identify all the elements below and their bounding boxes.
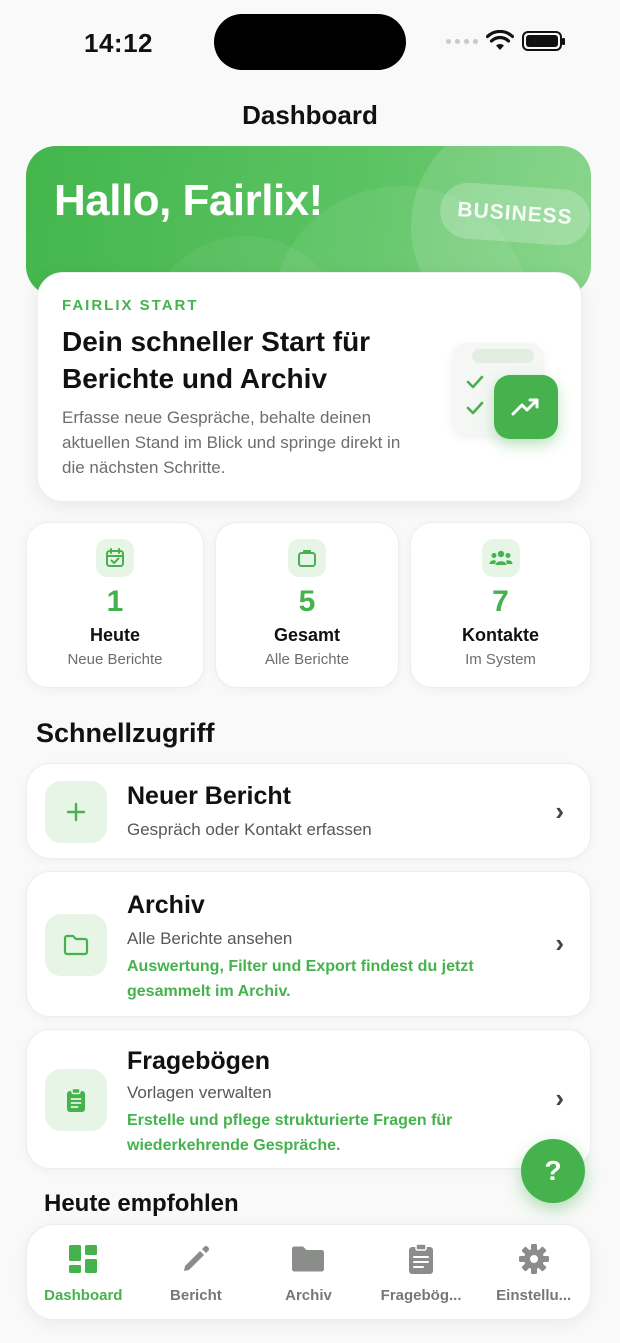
stats-row: 1 Heute Neue Berichte 5 Gesamt Alle Beri… <box>26 522 591 688</box>
dashboard-icon <box>65 1241 101 1277</box>
action-hint: Auswertung, Filter und Export findest du… <box>127 958 474 1000</box>
tab-label: Fragebög... <box>380 1287 462 1304</box>
hero-greeting: Hallo, Fairlix! <box>54 176 323 225</box>
clipboard-icon <box>45 1069 107 1131</box>
stat-subtitle: Neue Berichte <box>67 651 163 668</box>
action-subtitle: Gespräch oder Kontakt erfassen <box>127 820 372 839</box>
action-subtitle: Vorlagen verwalten <box>127 1083 272 1102</box>
start-description: Erfasse neue Gespräche, behalte deinen a… <box>62 408 401 477</box>
plan-badge: BUSINESS <box>438 180 591 248</box>
stat-card-total[interactable]: 5 Gesamt Alle Berichte <box>215 522 399 688</box>
tab-label: Einstellu... <box>496 1287 572 1304</box>
tab-bar: Dashboard Bericht Archiv Fragebög... Ein… <box>26 1224 591 1320</box>
stat-label: Heute <box>89 625 140 645</box>
folder-icon <box>45 914 107 976</box>
dynamic-island <box>214 14 406 70</box>
stat-card-today[interactable]: 1 Heute Neue Berichte <box>26 522 204 688</box>
tab-label: Dashboard <box>44 1287 123 1304</box>
start-eyebrow: FAIRLIX START <box>62 297 199 314</box>
tab-label: Bericht <box>170 1287 222 1304</box>
tab-settings[interactable]: Einstellu... <box>477 1225 590 1319</box>
wifi-icon <box>486 30 514 50</box>
action-subtitle: Alle Berichte ansehen <box>127 929 293 948</box>
action-title: Archiv <box>127 891 205 919</box>
people-icon <box>481 539 520 577</box>
tab-report[interactable]: Bericht <box>140 1225 253 1319</box>
chevron-right-icon: › <box>555 796 564 826</box>
chevron-right-icon: › <box>555 928 564 958</box>
action-title: Fragebögen <box>127 1047 271 1075</box>
stat-value: 5 <box>298 585 316 618</box>
action-hint: Erstelle und pflege strukturierte Fragen… <box>127 1112 453 1154</box>
new-report-card[interactable]: Neuer Bericht Gespräch oder Kontakt erfa… <box>26 763 591 859</box>
questionnaires-card[interactable]: Fragebögen Vorlagen verwalten Erstelle u… <box>26 1029 591 1169</box>
section-title-quick-access: Schnellzugriff <box>36 718 215 748</box>
tab-label: Archiv <box>285 1287 332 1304</box>
status-time: 14:12 <box>84 28 153 58</box>
gear-icon <box>516 1241 552 1277</box>
stat-value: 7 <box>492 585 509 618</box>
trending-up-icon <box>494 375 558 439</box>
chevron-right-icon: › <box>555 1083 564 1113</box>
action-title: Neuer Bericht <box>127 782 291 810</box>
start-card: FAIRLIX START Dein schneller Start für B… <box>37 272 582 502</box>
briefcase-icon <box>288 539 326 577</box>
plus-icon <box>45 781 107 843</box>
tab-dashboard[interactable]: Dashboard <box>27 1225 140 1319</box>
status-bar: 14:12 <box>0 0 620 90</box>
help-button[interactable]: ? <box>521 1139 585 1203</box>
clipboard-icon <box>403 1241 439 1277</box>
stat-value: 1 <box>106 585 124 618</box>
stat-subtitle: Im System <box>465 651 536 668</box>
section-title-recommended: Heute empfohlen <box>44 1190 239 1217</box>
stat-card-contacts[interactable]: 7 Kontakte Im System <box>410 522 591 688</box>
stat-label: Gesamt <box>273 625 341 645</box>
stat-label: Kontakte <box>461 625 539 645</box>
trend-illustration <box>450 335 560 445</box>
signal-icon <box>446 38 478 44</box>
status-icons <box>446 30 565 52</box>
start-title: Dein schneller Start für Berichte und Ar… <box>62 326 371 394</box>
archive-card[interactable]: Archiv Alle Berichte ansehen Auswertung,… <box>26 871 591 1017</box>
calendar-check-icon <box>96 539 134 577</box>
page-title: Dashboard <box>242 100 378 130</box>
tab-questionnaires[interactable]: Fragebög... <box>365 1225 478 1319</box>
pencil-icon <box>178 1241 214 1277</box>
folder-icon <box>290 1241 326 1277</box>
battery-icon <box>522 31 565 51</box>
stat-subtitle: Alle Berichte <box>264 651 350 668</box>
tab-archive[interactable]: Archiv <box>252 1225 365 1319</box>
